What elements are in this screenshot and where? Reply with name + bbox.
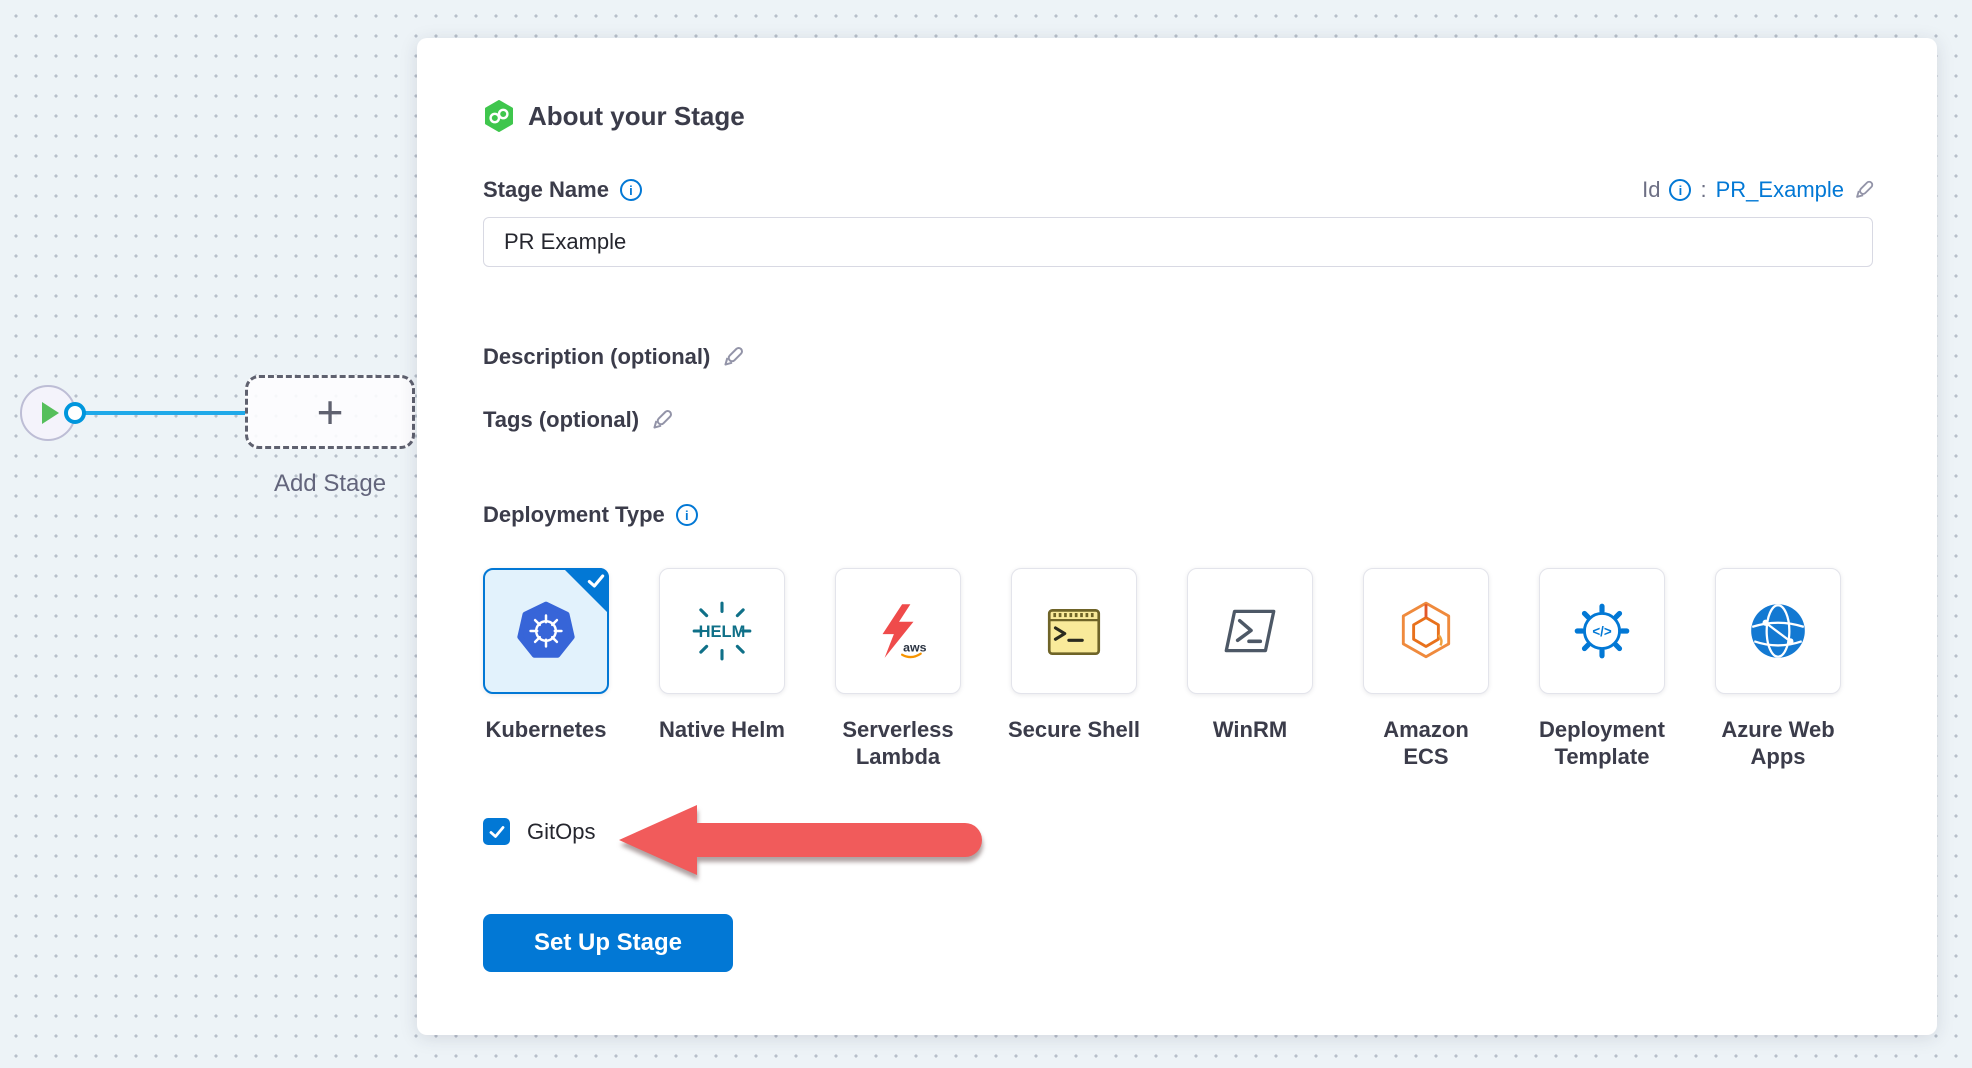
panel-header: About your Stage <box>483 100 745 132</box>
edge-connector-dot <box>64 402 86 424</box>
tile-label: Secure Shell <box>984 716 1164 743</box>
stage-name-label: Stage Name <box>483 177 609 203</box>
deployment-tile-kubernetes: Kubernetes <box>483 568 609 770</box>
deployment-type-tiles: Kubernetes HELM Native Helm <box>483 568 1841 770</box>
description-label: Description (optional) <box>483 344 710 370</box>
stage-name-input[interactable] <box>483 217 1873 267</box>
secure-shell-icon <box>1041 598 1107 664</box>
tags-label: Tags (optional) <box>483 407 639 433</box>
tile-label: Amazon ECS <box>1336 716 1516 770</box>
add-stage-label: Add Stage <box>235 470 425 498</box>
tags-row: Tags (optional) <box>483 407 674 433</box>
deployment-tile-serverless-lambda: aws Serverless Lambda <box>835 568 961 770</box>
gitops-checkbox[interactable] <box>483 818 510 845</box>
deployment-tile-deployment-template: </> Deployment Template <box>1539 568 1665 770</box>
tile-label: Deployment Template <box>1512 716 1692 770</box>
tile-label: Serverless Lambda <box>808 716 988 770</box>
plus-icon: + <box>317 385 344 439</box>
deployment-tile-button[interactable] <box>483 568 609 694</box>
set-up-stage-button[interactable]: Set Up Stage <box>483 914 733 972</box>
play-icon <box>42 402 59 424</box>
deployment-type-label: Deployment Type <box>483 502 665 528</box>
deployment-tile-button[interactable] <box>1187 568 1313 694</box>
deployment-tile-native-helm: HELM Native Helm <box>659 568 785 770</box>
edit-tags-pencil-icon[interactable] <box>650 408 674 432</box>
check-icon <box>488 823 506 841</box>
tile-label: Native Helm <box>632 716 812 743</box>
edit-id-pencil-icon[interactable] <box>1853 179 1875 201</box>
tile-label: Kubernetes <box>456 716 636 743</box>
gitops-label: GitOps <box>527 819 595 845</box>
deployment-tile-button[interactable]: aws <box>835 568 961 694</box>
deployment-tile-azure-web-apps: Azure Web Apps <box>1715 568 1841 770</box>
gitops-row: GitOps <box>483 818 595 845</box>
about-stage-panel: About your Stage Stage Name Id : PR_Exam… <box>417 38 1937 1035</box>
winrm-icon <box>1217 598 1283 664</box>
deployment-tile-button[interactable]: </> <box>1539 568 1665 694</box>
description-row: Description (optional) <box>483 344 745 370</box>
deployment-tile-button[interactable] <box>1715 568 1841 694</box>
deployment-type-label-row: Deployment Type <box>483 502 698 528</box>
serverless-lambda-icon: aws <box>865 598 931 664</box>
id-value: PR_Example <box>1716 177 1844 203</box>
deployment-tile-secure-shell: Secure Shell <box>1011 568 1137 770</box>
deployment-template-icon: </> <box>1569 598 1635 664</box>
helm-icon: HELM <box>689 598 755 664</box>
deployment-tile-amazon-ecs: Amazon ECS <box>1363 568 1489 770</box>
info-icon[interactable] <box>1669 179 1691 201</box>
azure-web-apps-icon <box>1745 598 1811 664</box>
svg-text:aws: aws <box>903 641 926 655</box>
deployment-tile-winrm: WinRM <box>1187 568 1313 770</box>
red-annotation-arrow <box>613 790 1003 890</box>
amazon-ecs-icon <box>1393 598 1459 664</box>
deployment-tile-button[interactable] <box>1011 568 1137 694</box>
svg-text:HELM: HELM <box>699 623 746 641</box>
tile-label: Azure Web Apps <box>1688 716 1868 770</box>
id-label: Id <box>1642 177 1660 203</box>
add-stage-node[interactable]: + <box>245 375 415 449</box>
edit-description-pencil-icon[interactable] <box>721 345 745 369</box>
deployment-tile-button[interactable] <box>1363 568 1489 694</box>
svg-text:</>: </> <box>1592 624 1612 639</box>
info-icon[interactable] <box>620 179 642 201</box>
kubernetes-icon <box>513 598 579 664</box>
deployment-tile-button[interactable]: HELM <box>659 568 785 694</box>
harness-cd-icon <box>483 100 515 132</box>
id-separator: : <box>1700 177 1706 203</box>
info-icon[interactable] <box>676 504 698 526</box>
tile-label: WinRM <box>1160 716 1340 743</box>
stage-name-label-row: Stage Name <box>483 177 642 203</box>
stage-id-row: Id : PR_Example <box>1642 177 1875 203</box>
pipeline-edge-line <box>80 411 247 415</box>
page-title: About your Stage <box>528 101 745 132</box>
